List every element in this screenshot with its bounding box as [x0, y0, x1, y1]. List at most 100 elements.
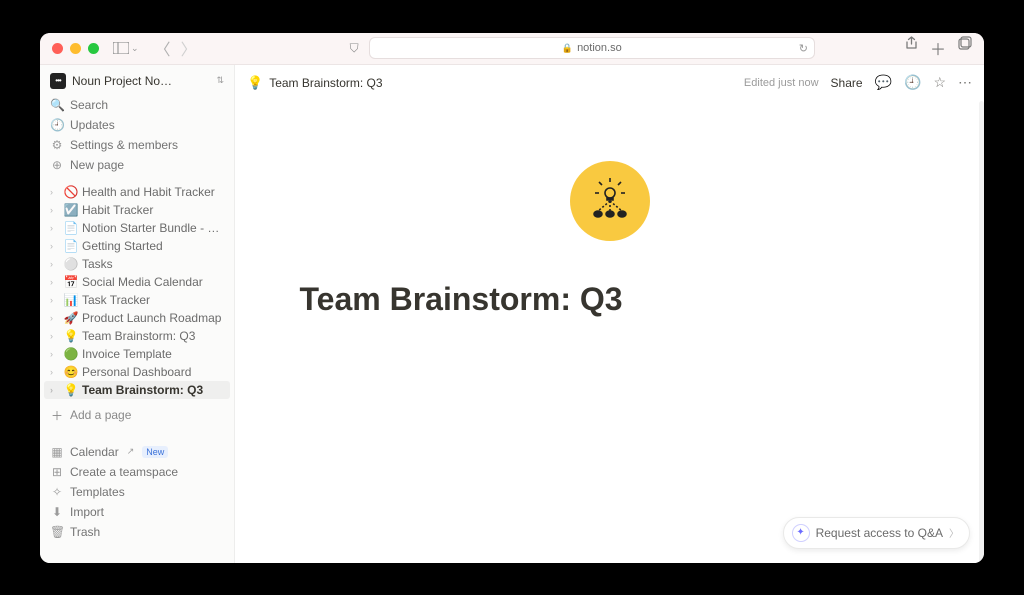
- browser-window: ⌄ 〈 〉 ⛉ 🔒 notion.so ↻ ＋ ••• Noun Project: [40, 33, 984, 563]
- close-window-button[interactable]: [52, 43, 63, 54]
- page-row[interactable]: ›⚪Tasks: [44, 255, 230, 273]
- chevron-right-icon[interactable]: ›: [50, 205, 60, 215]
- page-label: Task Tracker: [82, 293, 224, 307]
- more-icon[interactable]: ⋯: [958, 74, 972, 91]
- chevron-right-icon[interactable]: ›: [50, 385, 60, 395]
- search-label: Search: [70, 98, 108, 112]
- privacy-shield-icon[interactable]: ⛉: [350, 41, 359, 56]
- history-icon[interactable]: 🕘: [904, 74, 921, 91]
- titlebar: ⌄ 〈 〉 ⛉ 🔒 notion.so ↻ ＋: [40, 33, 984, 65]
- page-emoji-icon: 📄: [63, 239, 79, 253]
- workspace-switcher[interactable]: ••• Noun Project No… ⇅: [40, 65, 234, 95]
- reload-icon[interactable]: ↻: [799, 42, 808, 55]
- page-row[interactable]: ›🟢Invoice Template: [44, 345, 230, 363]
- chevron-right-icon[interactable]: ›: [50, 313, 60, 323]
- titlebar-right: ＋: [905, 36, 972, 60]
- page-emoji-icon: 🚀: [63, 311, 79, 325]
- breadcrumb-title: Team Brainstorm: Q3: [269, 76, 382, 90]
- page-icon[interactable]: [570, 161, 650, 241]
- tabs-overview-icon[interactable]: [958, 36, 972, 60]
- page-row[interactable]: ›📄Notion Starter Bundle - …: [44, 219, 230, 237]
- page-row[interactable]: ›💡Team Brainstorm: Q3: [44, 327, 230, 345]
- page-emoji-icon: 🟢: [63, 347, 79, 361]
- templates-link[interactable]: ✧ Templates: [40, 482, 234, 502]
- forward-button[interactable]: 〉: [179, 36, 199, 60]
- page-row[interactable]: ›😊Personal Dashboard: [44, 363, 230, 381]
- plus-icon: ＋: [50, 407, 64, 424]
- page-row[interactable]: ›🚀Product Launch Roadmap: [44, 309, 230, 327]
- page-label: Product Launch Roadmap: [82, 311, 224, 325]
- sidebar-toggle-icon[interactable]: ⌄: [113, 42, 139, 54]
- add-page-link[interactable]: ＋ Add a page: [40, 403, 234, 428]
- search-icon: 🔍: [50, 98, 64, 112]
- workspace-name: Noun Project No…: [72, 74, 214, 88]
- trash-icon: 🗑: [50, 525, 64, 539]
- maximize-window-button[interactable]: [88, 43, 99, 54]
- settings-label: Settings & members: [70, 138, 178, 152]
- trash-label: Trash: [70, 525, 100, 539]
- page-label: Social Media Calendar: [82, 275, 224, 289]
- share-button[interactable]: Share: [831, 76, 863, 90]
- chevron-right-icon[interactable]: ›: [50, 259, 60, 269]
- page-row[interactable]: ›💡Team Brainstorm: Q3: [44, 381, 230, 399]
- import-label: Import: [70, 505, 104, 519]
- chevron-right-icon: 〉: [949, 525, 959, 540]
- teamspace-label: Create a teamspace: [70, 465, 178, 479]
- star-icon[interactable]: ☆: [933, 74, 946, 91]
- lock-icon: 🔒: [562, 43, 573, 54]
- share-icon[interactable]: [905, 36, 918, 60]
- minimize-window-button[interactable]: [70, 43, 81, 54]
- qa-request-button[interactable]: ✦ Request access to Q&A 〉: [783, 517, 970, 549]
- updates-link[interactable]: 🕘 Updates: [40, 115, 234, 135]
- breadcrumb-icon: 💡: [247, 75, 263, 91]
- calendar-icon: ▦: [50, 445, 64, 459]
- scrollbar[interactable]: [979, 101, 984, 563]
- page-label: Personal Dashboard: [82, 365, 224, 379]
- import-icon: ⬇: [50, 505, 64, 519]
- trash-link[interactable]: 🗑 Trash: [40, 522, 234, 542]
- chevron-right-icon[interactable]: ›: [50, 367, 60, 377]
- calendar-link[interactable]: ▦ Calendar ↗ New: [40, 442, 234, 462]
- chevron-right-icon[interactable]: ›: [50, 223, 60, 233]
- page-row[interactable]: ›📊Task Tracker: [44, 291, 230, 309]
- page-label: Team Brainstorm: Q3: [82, 329, 224, 343]
- url-bar[interactable]: ⛉ 🔒 notion.so ↻: [369, 37, 815, 59]
- edited-label: Edited just now: [744, 77, 819, 89]
- sidebar-bottom: ▦ Calendar ↗ New ⊞ Create a teamspace ✧ …: [40, 442, 234, 542]
- workspace-icon: •••: [50, 73, 66, 89]
- chevron-right-icon[interactable]: ›: [50, 331, 60, 341]
- templates-label: Templates: [70, 485, 125, 499]
- page-emoji-icon: 📄: [63, 221, 79, 235]
- page-emoji-icon: 💡: [63, 383, 79, 397]
- page-row[interactable]: ›☑️Habit Tracker: [44, 201, 230, 219]
- page-row[interactable]: ›🚫Health and Habit Tracker: [44, 183, 230, 201]
- page-label: Getting Started: [82, 239, 224, 253]
- page-label: Tasks: [82, 257, 224, 271]
- search-link[interactable]: 🔍 Search: [40, 95, 234, 115]
- add-page-label: Add a page: [70, 408, 131, 422]
- chevron-right-icon[interactable]: ›: [50, 241, 60, 251]
- templates-icon: ✧: [50, 485, 64, 499]
- comments-icon[interactable]: 💬: [875, 74, 892, 91]
- page-row[interactable]: ›📅Social Media Calendar: [44, 273, 230, 291]
- page-label: Notion Starter Bundle - …: [82, 221, 224, 235]
- chevron-right-icon[interactable]: ›: [50, 277, 60, 287]
- topbar-right: Edited just now Share 💬 🕘 ☆ ⋯: [744, 74, 972, 91]
- page-label: Health and Habit Tracker: [82, 185, 224, 199]
- breadcrumb[interactable]: 💡 Team Brainstorm: Q3: [247, 75, 383, 91]
- new-page-label: New page: [70, 158, 124, 172]
- new-page-link[interactable]: ⊕ New page: [40, 155, 234, 175]
- chevron-right-icon[interactable]: ›: [50, 349, 60, 359]
- page-row[interactable]: ›📄Getting Started: [44, 237, 230, 255]
- settings-link[interactable]: ⚙ Settings & members: [40, 135, 234, 155]
- page-label: Invoice Template: [82, 347, 224, 361]
- create-teamspace-link[interactable]: ⊞ Create a teamspace: [40, 462, 234, 482]
- chevron-right-icon[interactable]: ›: [50, 187, 60, 197]
- new-tab-icon[interactable]: ＋: [930, 36, 946, 60]
- clock-icon: 🕘: [50, 118, 64, 132]
- page-title[interactable]: Team Brainstorm: Q3: [300, 281, 920, 318]
- back-button[interactable]: 〈: [153, 36, 173, 60]
- import-link[interactable]: ⬇ Import: [40, 502, 234, 522]
- chevron-right-icon[interactable]: ›: [50, 295, 60, 305]
- page-emoji-icon: 📅: [63, 275, 79, 289]
